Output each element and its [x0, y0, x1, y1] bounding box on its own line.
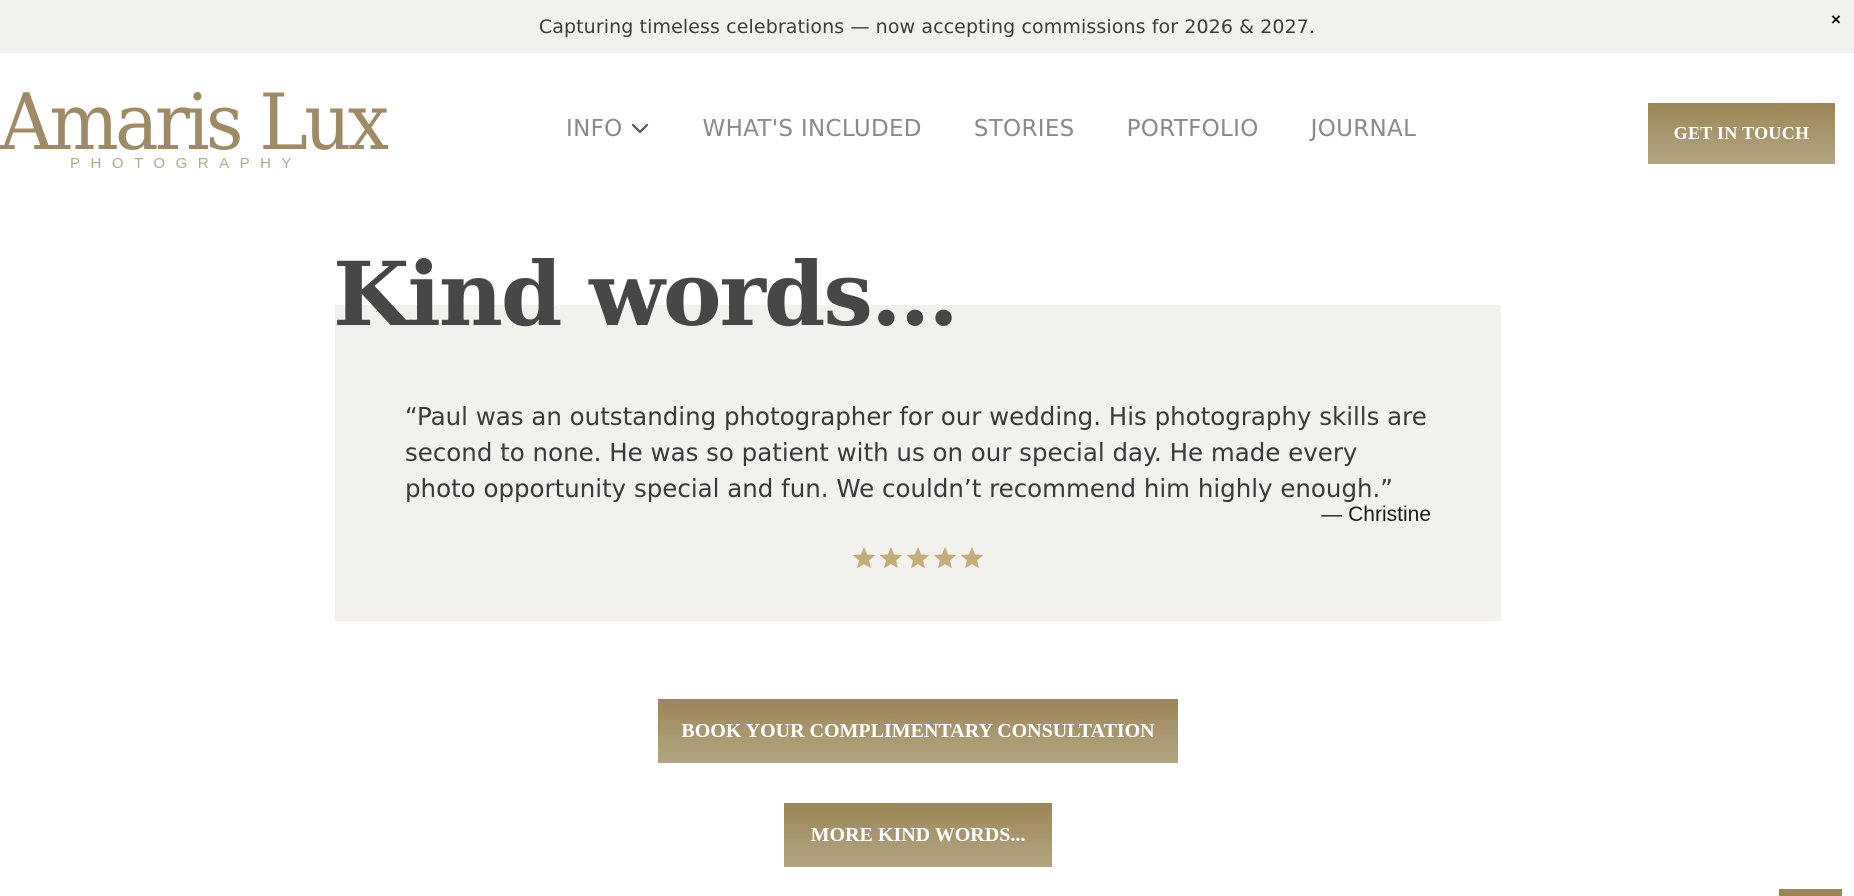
nav-item-portfolio[interactable]: PORTFOLIO	[1127, 116, 1259, 142]
star-icon	[852, 546, 876, 569]
main-nav: INFO WHAT'S INCLUDED STORIES PORTFOLIO J…	[566, 116, 1416, 142]
more-kind-words-button[interactable]: MORE KIND WORDS...	[784, 803, 1052, 867]
nav-item-stories[interactable]: STORIES	[974, 116, 1075, 142]
logo[interactable]: Amaris Lux PHOTOGRAPHY	[0, 78, 389, 176]
get-in-touch-button[interactable]: GET IN TOUCH	[1648, 103, 1835, 164]
testimonial-card: “Paul was an outstanding photographer fo…	[335, 305, 1501, 621]
nav-item-journal[interactable]: JOURNAL	[1311, 116, 1417, 142]
section-heading: Kind words...	[333, 242, 959, 346]
star-icon	[960, 546, 984, 569]
star-icon	[933, 546, 957, 569]
back-to-top-button[interactable]	[1779, 889, 1842, 896]
announcement-text: Capturing timeless celebrations — now ac…	[538, 15, 1316, 38]
logo-tagline: PHOTOGRAPHY	[70, 155, 302, 172]
nav-item-whats-included[interactable]: WHAT'S INCLUDED	[703, 116, 922, 142]
testimonial-quote: “Paul was an outstanding photographer fo…	[405, 402, 1427, 503]
announcement-bar: Capturing timeless celebrations — now ac…	[0, 0, 1854, 53]
star-icon	[879, 546, 903, 569]
nav-item-info[interactable]: INFO	[566, 116, 651, 142]
testimonial-author: — Christine	[1321, 503, 1431, 526]
logo-wordmark: Amaris Lux	[0, 78, 389, 168]
star-rating	[335, 545, 1501, 571]
chevron-down-icon	[631, 123, 648, 134]
nav-item-label: INFO	[566, 116, 623, 142]
star-icon	[906, 546, 930, 569]
close-icon[interactable]: ×	[1824, 10, 1848, 34]
book-consultation-button[interactable]: BOOK YOUR COMPLIMENTARY CONSULTATION	[658, 699, 1178, 763]
